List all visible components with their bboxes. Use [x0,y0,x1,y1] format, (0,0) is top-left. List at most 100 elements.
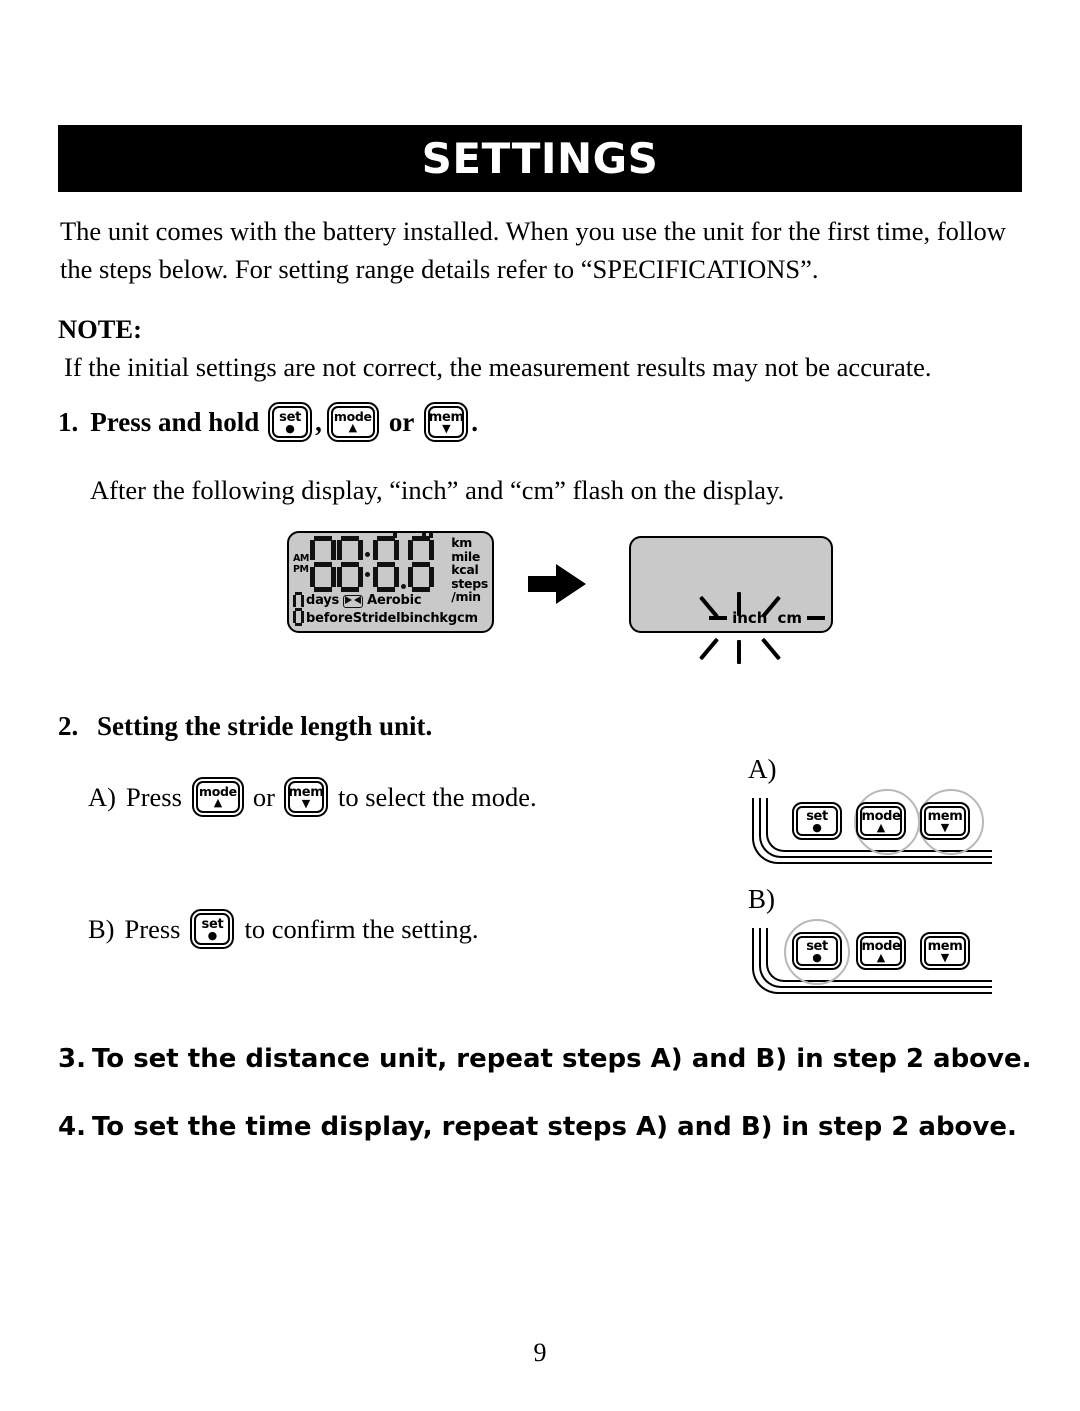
lcd-row-middle: days Aerobic [293,592,489,626]
step-4-line: 4. To set the time display, repeat steps … [58,1112,1017,1142]
step-2a-press: Press [125,781,182,812]
device-mem-button[interactable]: mem ▼ [920,802,970,840]
step-2-number: 2. [58,711,79,741]
diagram-b-label: B) [748,884,775,914]
lcd-label-lb: lb [396,611,410,626]
page-header-banner: SETTINGS [58,125,1022,192]
set-button-symbol: ● [285,421,295,435]
step-2a-tail: to select the mode. [338,781,537,812]
device-button-row: set ● mode ▲ mem ▼ [792,802,970,840]
step-2a-line: A) Press mode ▲ or mem ▼ to select the m… [88,777,537,817]
step-2b-press: Press [124,913,181,944]
device-set-button[interactable]: set ● [792,932,842,970]
arrow-right-icon [528,564,586,604]
step-2a-or: or [252,781,275,812]
mem-button-symbol: ▼ [442,421,451,435]
lcd-digits [309,533,435,592]
lcd-label-kg: kg [439,611,457,626]
step-2b-line: B) Press set ● to confirm the setting. [88,909,479,949]
lcd-colon [364,536,373,592]
button-inner: mem ▼ [288,781,324,813]
lcd-digit-4 [407,533,434,592]
mem-button-symbol: ▼ [940,950,950,964]
mode-button-symbol: ▲ [348,421,358,435]
lcd-unit-kcal: kcal [451,562,479,577]
lcd-mini-digit [293,592,304,626]
set-button-symbol: ● [207,928,218,942]
set-button-symbol: ● [812,820,822,834]
step-3-line: 3. To set the distance unit, repeat steps… [58,1044,1032,1074]
intro-paragraph: The unit comes with the battery installe… [60,216,1006,284]
step-1-number: 1. [58,406,79,437]
lcd-label-cm: cm [456,611,478,626]
button-inner: mem ▼ [428,406,465,438]
flash-ray-right [807,616,825,620]
lcd-am-label: AM [293,553,309,564]
note-block: NOTE: If the initial settings are not co… [58,310,1018,386]
flash-ray-left [709,616,728,620]
page-number: 9 [533,1338,547,1367]
lcd-label-stride: Stride [352,611,397,626]
step-2a-lead: A) [88,781,116,812]
lcd-row-bottom: before Stride lb inch kg cm [293,610,489,628]
button-inner: mode ▲ [330,406,375,438]
lcd-decimal-point [400,536,408,592]
lcd-inch-cm-flash-display: inch cm [629,536,833,633]
mem-button-symbol: ▼ [940,820,950,834]
set-button-symbol: ● [812,950,822,964]
device-diagram-a: set ● mode ▲ mem ▼ [752,789,992,870]
mem-button-icon[interactable]: mem ▼ [284,777,328,817]
mode-button-symbol: ▲ [213,796,223,810]
lcd2-unit-row: inch cm [631,609,825,627]
mode-button-icon[interactable]: mode ▲ [326,402,379,442]
lcd-ampm-indicator: AM PM [293,553,309,575]
mem-button-icon[interactable]: mem ▼ [424,402,469,442]
step-1-or: or [388,406,415,437]
aerobic-bowtie-icon [343,594,364,608]
lcd-label-days: days [306,593,340,608]
device-set-button[interactable]: set ● [792,802,842,840]
step-2b-lead: B) [88,913,115,944]
note-label: NOTE: [58,314,142,344]
lcd-indicator-rows: days Aerobic before Stride lb inch kg cm [293,592,489,628]
set-button-icon[interactable]: set ● [190,909,235,949]
step-1-subtext: After the following display, “inch” and … [90,475,785,505]
device-diagram-b: set ● mode ▲ mem ▼ [752,919,992,1000]
step-2-heading: 2. Setting the stride length unit. [58,711,432,742]
mem-button-symbol: ▼ [301,796,311,810]
set-button-icon[interactable]: set ● [268,402,313,442]
lcd-pm-label: PM [293,564,309,575]
lcd-unit-steps: steps [451,575,488,591]
lcd-unit-km: km [451,535,472,550]
device-mode-button[interactable]: mode ▲ [856,802,906,840]
lcd-label-before: before [306,611,353,626]
device-button-row: set ● mode ▲ mem ▼ [792,932,970,970]
diagram-a-label: A) [748,754,777,784]
step-3-text: To set the distance unit, repeat steps A… [92,1044,1032,1074]
button-inner: set ● [194,913,231,945]
lcd-unit-mile: mile [451,548,481,564]
button-inner: set ● [272,406,309,438]
step-1-period: . [471,406,479,437]
step-2-heading-text: Setting the stride length unit. [97,711,433,741]
note-text: If the initial settings are not correct,… [64,352,932,382]
step-2b-tail: to confirm the setting. [244,913,479,944]
lcd-label-aerobic: Aerobic [367,593,422,608]
lcd-digit-2 [336,536,363,592]
lcd2-label-cm: cm [777,609,802,627]
step-1-comma: , [315,406,322,437]
device-mode-button[interactable]: mode ▲ [856,932,906,970]
lcd-digit-3 [372,533,399,592]
lcd2-label-inch: inch [732,609,768,627]
step-1-text: Press and hold [90,406,260,437]
mode-button-symbol: ▲ [876,950,886,964]
step-1-line: 1. Press and hold set ● , mode ▲ or mem … [58,402,481,442]
lcd-all-segments-display: AM PM km mile kcal steps /min days Aerob… [287,531,494,633]
mode-button-icon[interactable]: mode ▲ [191,777,244,817]
page-title: SETTINGS [421,133,659,183]
step-3-number: 3. [58,1044,86,1074]
step-4-number: 4. [58,1112,86,1142]
device-mem-button[interactable]: mem ▼ [920,932,970,970]
lcd-digit-1 [309,536,336,592]
button-inner: mode ▲ [195,781,240,813]
